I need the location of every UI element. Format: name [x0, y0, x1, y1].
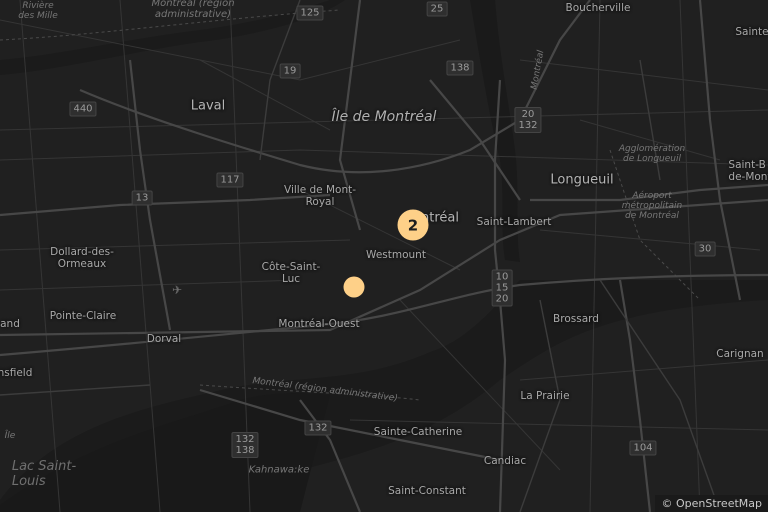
route-shield-125: 125 [296, 5, 324, 21]
la-prairie-label: La Prairie [520, 390, 570, 402]
location-marker[interactable] [343, 276, 365, 298]
agglomeration-label: Agglomération de Longueuil [618, 144, 686, 164]
longueuil-label: Longueuil [550, 172, 614, 188]
saint-constant-label: Saint-Constant [388, 485, 466, 497]
pointe-claire-label: Pointe-Claire [49, 310, 117, 322]
attribution[interactable]: © OpenStreetMap [655, 495, 768, 512]
island-partial-label: Île [4, 431, 16, 441]
ville-mont-royal-label: Ville de Mont- Royal [283, 184, 357, 208]
river-label: Rivière des Mille [18, 1, 58, 21]
route-shield-138: 138 [446, 60, 474, 76]
boucherville-label: Boucherville [565, 2, 631, 14]
candiac-label: Candiac [483, 455, 527, 467]
sainte-julie-label: Sainte [735, 26, 768, 38]
kahnawake-label: Kahnawa:ke [248, 464, 310, 476]
cote-saint-luc-label: Côte-Saint- Luc [261, 261, 321, 285]
route-shield-132: 132 [304, 420, 332, 436]
sainte-catherine-label: Sainte-Catherine [373, 426, 463, 438]
kirkland-label: and [0, 318, 20, 330]
brossard-label: Brossard [553, 313, 599, 325]
island-of-montreal-label: Île de Montréal [331, 109, 437, 125]
saint-lambert-label: Saint-Lambert [476, 216, 552, 228]
route-shield-13: 13 [131, 190, 153, 206]
route-shield-30: 30 [694, 241, 716, 257]
route-shield-104: 104 [629, 440, 657, 456]
route-shield-19: 19 [279, 63, 301, 79]
route-shield-117: 117 [216, 172, 244, 188]
airport-icon: ✈ [171, 283, 183, 297]
montreal-ouest-label: Montréal-Ouest [278, 318, 360, 330]
route-shield-25: 25 [426, 1, 448, 17]
airport-label: Aéroport métropolitain de Montréal [621, 191, 683, 221]
route-shield-132-138: 132 138 [231, 432, 259, 458]
route-shield-440: 440 [69, 101, 97, 117]
route-shield-10-15-20: 10 15 20 [491, 269, 513, 307]
map-view[interactable]: Rivière des Mille Montréal (région adminis… [0, 0, 768, 512]
carignan-label: Carignan [716, 348, 764, 360]
lake-label: Lac Saint- Louis [11, 459, 77, 489]
pincourt-label: nsfield [0, 367, 33, 379]
westmount-label: Westmount [366, 249, 426, 261]
saint-bruno-label: Saint-B de-Mont [728, 159, 768, 183]
route-shield-20-132: 20 132 [514, 107, 542, 133]
cluster-marker[interactable]: 2 [397, 209, 429, 241]
admin-region-label: Montréal (région administrative) [151, 0, 235, 20]
dorval-label: Dorval [146, 333, 182, 345]
dollard-label: Dollard-des- Ormeaux [50, 246, 114, 270]
laval-label: Laval [190, 98, 226, 114]
